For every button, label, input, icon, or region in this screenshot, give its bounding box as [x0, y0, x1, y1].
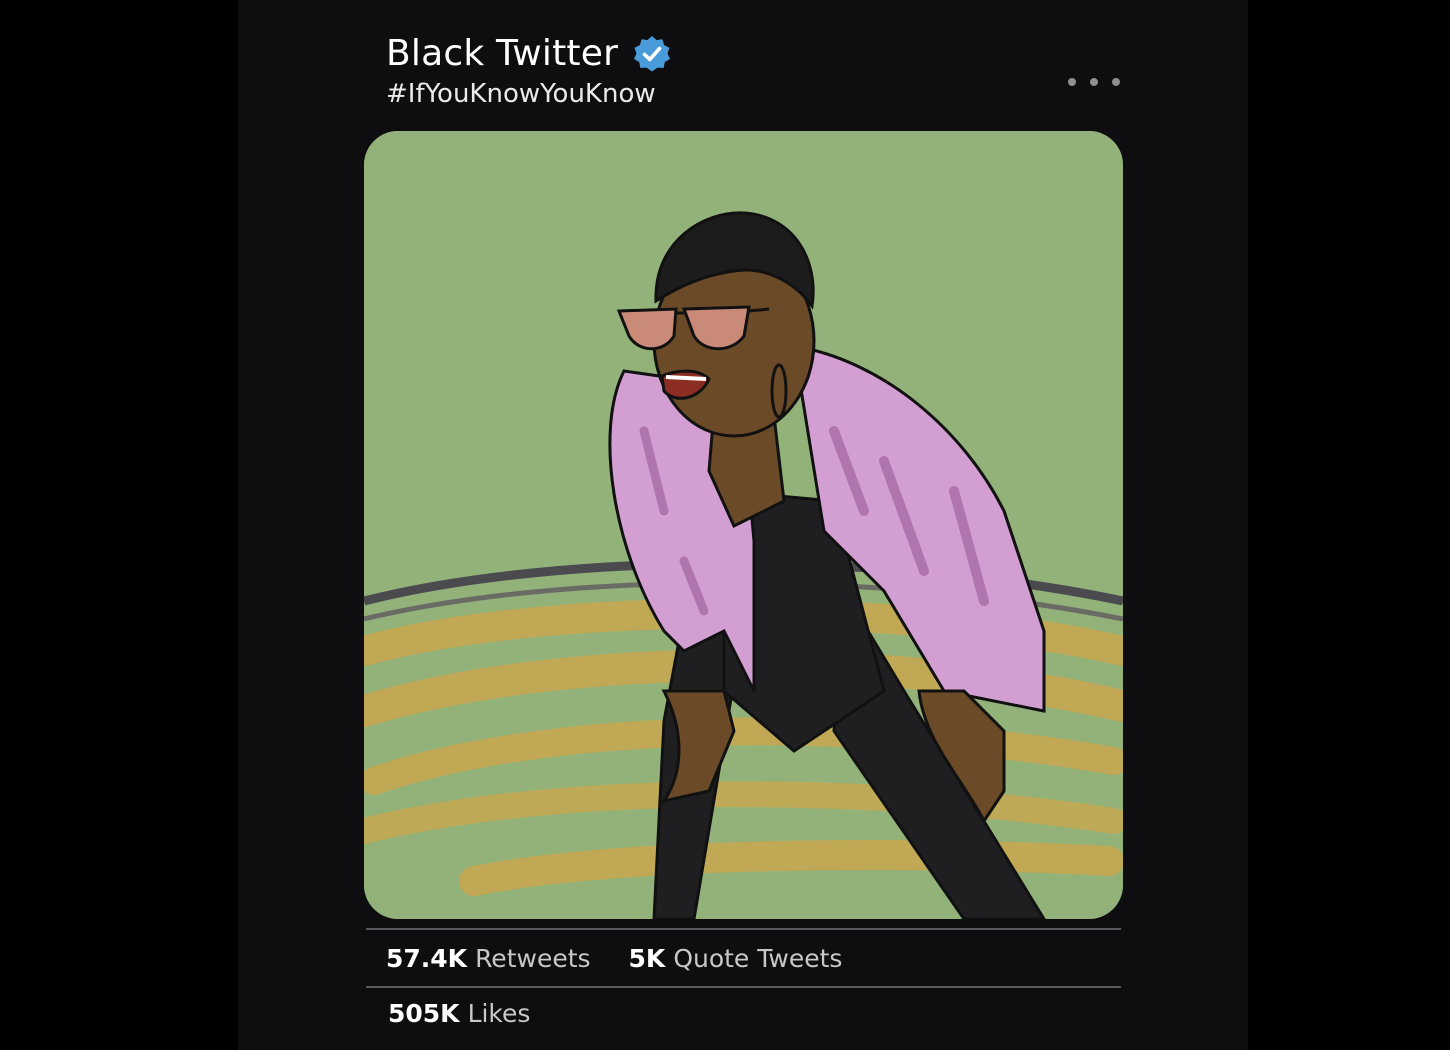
more-dot: [1068, 78, 1076, 86]
likes-stat[interactable]: 505K Likes: [388, 999, 530, 1028]
stats-divider-top: [366, 928, 1121, 930]
quote-tweets-label: Quote Tweets: [673, 944, 843, 973]
more-options-icon[interactable]: [1068, 72, 1120, 92]
tweet-header: Black Twitter #IfYouKnowYouKnow: [386, 32, 672, 110]
illustration-woman-leaning: [364, 131, 1123, 919]
retweets-stat[interactable]: 57.4K Retweets: [386, 944, 591, 973]
likes-count: 505K: [388, 999, 460, 1028]
author-row: Black Twitter: [386, 32, 672, 76]
likes-stats-row: 505K Likes: [388, 999, 530, 1028]
likes-label: Likes: [467, 999, 531, 1028]
hashtag-handle[interactable]: #IfYouKnowYouKnow: [386, 78, 672, 110]
quote-tweets-stat[interactable]: 5K Quote Tweets: [629, 944, 843, 973]
stats-divider-bottom: [366, 986, 1121, 988]
more-dot: [1090, 78, 1098, 86]
verified-badge-icon: [632, 34, 672, 74]
retweets-label: Retweets: [475, 944, 591, 973]
retweets-count: 57.4K: [386, 944, 468, 973]
quote-tweets-count: 5K: [628, 944, 666, 973]
author-name[interactable]: Black Twitter: [386, 32, 618, 76]
retweet-stats-row: 57.4K Retweets 5K Quote Tweets: [386, 944, 842, 973]
tweet-image[interactable]: [364, 131, 1123, 919]
more-dot: [1112, 78, 1120, 86]
